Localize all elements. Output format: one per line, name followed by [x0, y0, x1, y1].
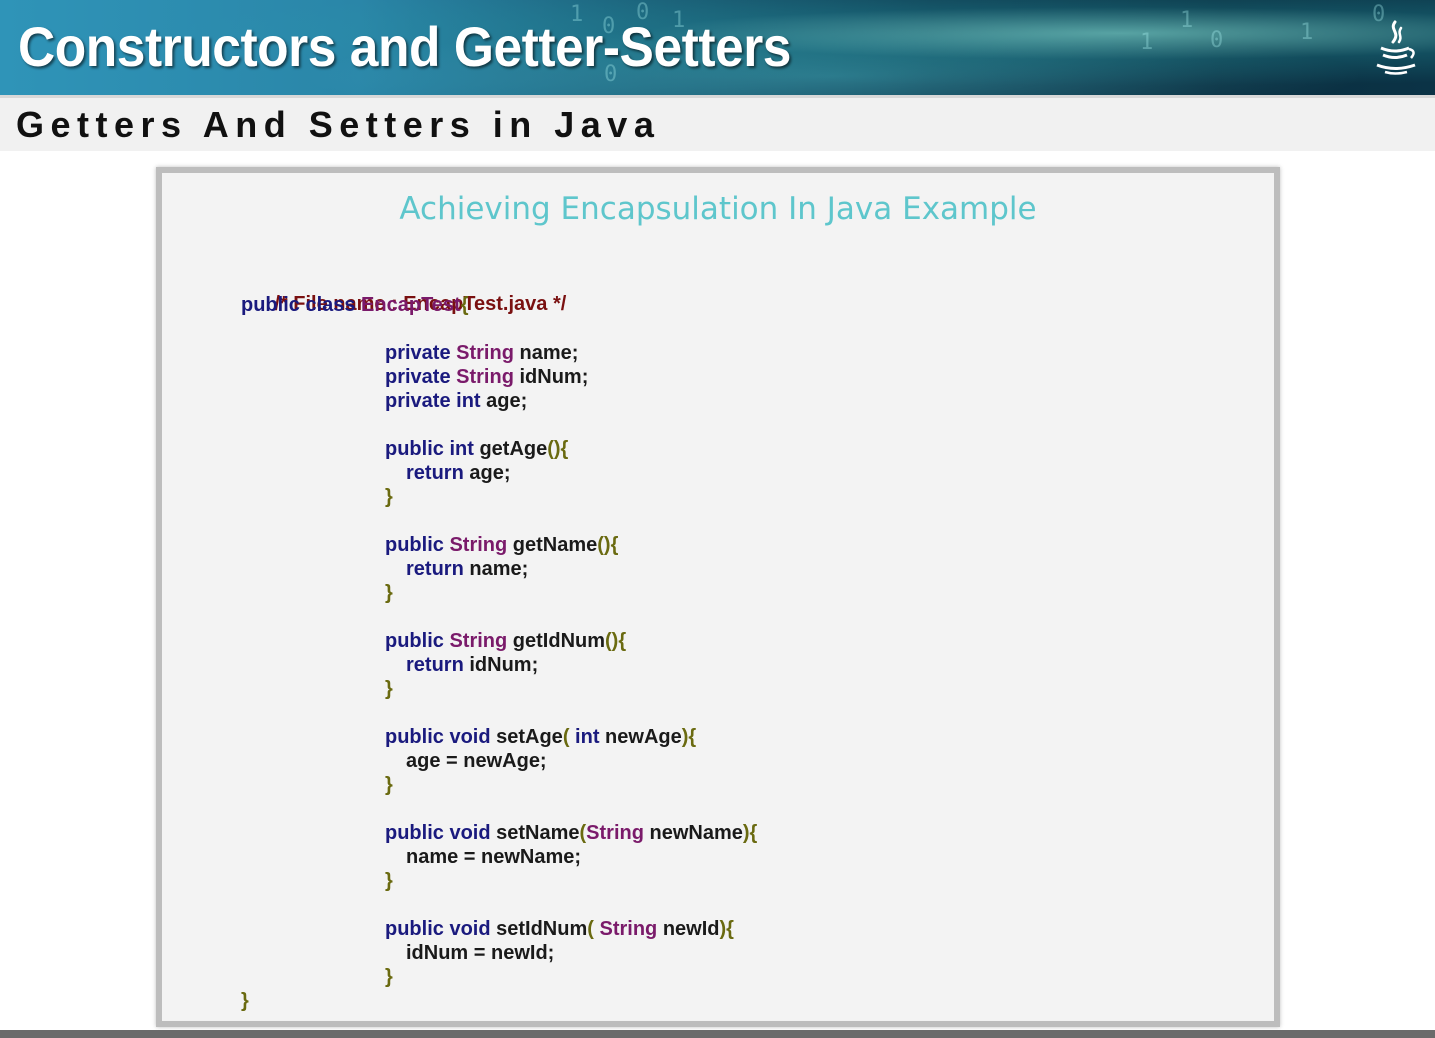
- binary-digit: 1: [1300, 20, 1314, 45]
- binary-digit: 0: [1210, 28, 1224, 53]
- code-line: private String idNum;: [385, 366, 589, 388]
- page-title: Constructors and Getter-Setters: [18, 15, 792, 78]
- slide-panel: Achieving Encapsulation In Java Example …: [156, 167, 1280, 1027]
- binary-digit: 1: [1140, 30, 1154, 55]
- bottom-bar: [0, 1030, 1435, 1038]
- code-line: age = newAge;: [406, 750, 547, 772]
- code-line: private String name;: [385, 342, 579, 364]
- code-line: private int age;: [385, 390, 528, 412]
- binary-digit: 1: [1180, 8, 1194, 33]
- code-line: return name;: [406, 558, 529, 580]
- code-line: public void setIdNum( String newId){: [385, 918, 734, 940]
- code-line: }: [385, 678, 393, 700]
- code-line: return age;: [406, 462, 511, 484]
- header-banner: 1 0 0 1 0 1 1 0 1 0 Constructors and Get…: [0, 0, 1435, 95]
- code-line: }: [385, 774, 393, 796]
- code-line: public int getAge(){: [385, 438, 569, 460]
- code-line: }: [385, 870, 393, 892]
- code-line: }: [385, 582, 393, 604]
- code-line: }: [241, 990, 249, 1012]
- code-line: }: [385, 486, 393, 508]
- code-line: public String getName(){: [385, 534, 619, 556]
- subheader-divider: [0, 95, 1435, 98]
- code-line: idNum = newId;: [406, 942, 555, 964]
- java-logo-icon: [1376, 20, 1416, 75]
- code-line: name = newName;: [406, 846, 582, 868]
- code-line: return idNum;: [406, 654, 539, 676]
- code-line: public void setName(String newName){: [385, 822, 758, 844]
- section-subtitle: Getters And Setters in Java: [16, 104, 661, 145]
- code-line: public void setAge( int newAge){: [385, 726, 697, 748]
- code-line: }: [385, 966, 393, 988]
- code-line: public String getIdNum(){: [385, 630, 627, 652]
- code-block: /* File name : EncapTest.java */ public …: [162, 173, 1274, 1021]
- code-line: public class EncapTest{: [241, 294, 469, 316]
